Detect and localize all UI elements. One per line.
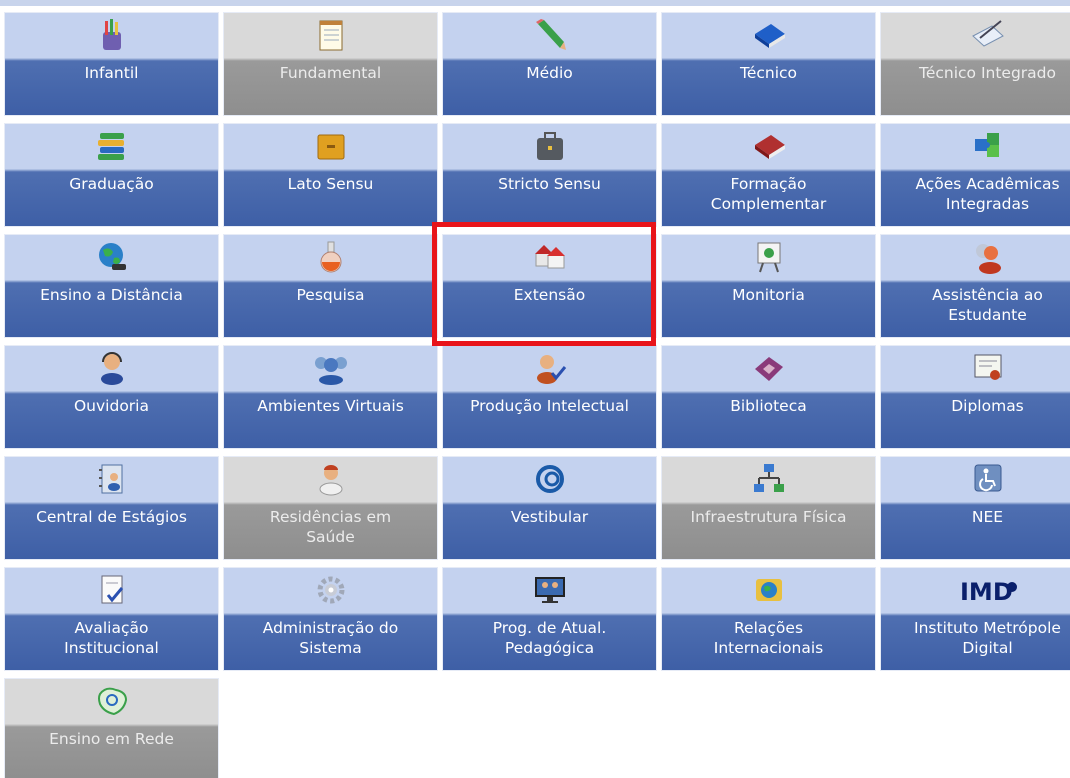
book-stack-icon [5,126,218,166]
globe-icon [5,237,218,277]
module-tile-label: Instituto Metrópole Digital [914,619,1061,657]
globe-card-icon [662,570,875,610]
module-tile-label: Infraestrutura Física [690,508,847,526]
module-tile-label: Central de Estágios [36,508,187,526]
module-tile[interactable]: Vestibular [442,456,657,560]
module-tile-label: Stricto Sensu [498,175,601,193]
imd-logo-icon: IMD [881,570,1070,610]
module-tile-label: Vestibular [510,508,589,526]
module-tile[interactable]: Monitoria [661,234,876,338]
module-tile[interactable]: Médio [442,12,657,116]
module-tile[interactable]: Avaliação Institucional [4,567,219,671]
writing-paper-icon [881,15,1070,55]
module-tile-label: Biblioteca [730,397,807,415]
accessibility-icon [881,459,1070,499]
module-tile[interactable]: Lato Sensu [223,123,438,227]
module-tile[interactable]: Ambientes Virtuais [223,345,438,449]
module-tile[interactable]: Ouvidoria [4,345,219,449]
module-tile[interactable]: Relações Internacionais [661,567,876,671]
module-tile-label: NEE [971,508,1004,526]
module-tile-label: Monitoria [732,286,805,304]
flask-icon [224,237,437,277]
open-book-icon [662,348,875,388]
module-tile-label: Pesquisa [296,286,365,304]
module-tile[interactable]: Ensino a Distância [4,234,219,338]
module-tile[interactable]: Formação Complementar [661,123,876,227]
module-tile-label: Graduação [69,175,154,193]
network-icon [662,459,875,499]
module-grid: Infantil Fundamental Médio Técnico Técnico I… [4,12,1070,778]
module-tile-label: Técnico Integrado [919,64,1056,82]
module-tile[interactable]: IMD Instituto Metrópole Digital [880,567,1070,671]
module-tile[interactable]: Infraestrutura Física [661,456,876,560]
module-tile[interactable]: Residências em Saúde [223,456,438,560]
module-tile[interactable]: NEE [880,456,1070,560]
module-tile-label: Produção Intelectual [470,397,629,415]
module-tile[interactable]: Administração do Sistema [223,567,438,671]
presentation-board-icon [662,237,875,277]
module-tile-label: Ensino a Distância [40,286,183,304]
module-tile[interactable]: Infantil [4,12,219,116]
notepad-icon [224,15,437,55]
module-tile-label: Ações Acadêmicas Integradas [915,175,1060,213]
module-tile[interactable]: Diplomas [880,345,1070,449]
module-tile-label: Administração do Sistema [262,619,399,657]
doctor-icon [224,459,437,499]
user-check-icon [443,348,656,388]
module-tile-label: Relações Internacionais [713,619,824,657]
module-tile[interactable]: Produção Intelectual [442,345,657,449]
module-tile[interactable]: Ensino em Rede [4,678,219,778]
red-book-icon [662,126,875,166]
module-tile[interactable]: Prog. de Atual. Pedagógica [442,567,657,671]
module-tile[interactable]: Técnico [661,12,876,116]
module-tile-label: Diplomas [951,397,1024,415]
svg-text:IMD: IMD [960,578,1013,606]
module-tile-label: Ouvidoria [73,397,149,415]
swirl-icon [443,459,656,499]
module-tile-label: Fundamental [279,64,382,82]
module-tile[interactable]: Biblioteca [661,345,876,449]
module-tile-label: Lato Sensu [287,175,374,193]
puzzle-icon [881,126,1070,166]
module-tile[interactable]: Stricto Sensu [442,123,657,227]
document-check-icon [5,570,218,610]
green-pencil-icon [443,15,656,55]
module-tile[interactable]: Técnico Integrado [880,12,1070,116]
users-icon [881,237,1070,277]
module-tile[interactable]: Fundamental [223,12,438,116]
module-tile-label: Ensino em Rede [49,730,174,748]
module-tile[interactable]: Graduação [4,123,219,227]
module-tile-label: Prog. de Atual. Pedagógica [492,619,607,657]
module-tile-label: Extensão [513,286,586,304]
address-book-icon [5,459,218,499]
module-tile-label: Avaliação Institucional [64,619,159,657]
module-tile[interactable]: Central de Estágios [4,456,219,560]
module-tile-label: Infantil [84,64,139,82]
module-tile[interactable]: Assistência ao Estudante [880,234,1070,338]
module-tile-label: Formação Complementar [710,175,827,213]
module-tile-label: Assistência ao Estudante [932,286,1043,324]
certificate-icon [881,348,1070,388]
headset-user-icon [5,348,218,388]
gears-icon [224,570,437,610]
module-tile[interactable]: Ações Acadêmicas Integradas [880,123,1070,227]
monitor-people-icon [443,570,656,610]
houses-icon [443,237,656,277]
module-tile[interactable]: Extensão [442,234,657,338]
module-tile-label: Médio [526,64,573,82]
top-border [0,0,1070,6]
blue-book-icon [662,15,875,55]
user-group-icon [224,348,437,388]
module-tile-label: Residências em Saúde [269,508,392,546]
module-tile-label: Técnico [739,64,798,82]
briefcase-icon [443,126,656,166]
pencil-cup-icon [5,15,218,55]
brazil-map-icon [5,681,218,721]
module-tile-label: Ambientes Virtuais [257,397,404,415]
module-tile[interactable]: Pesquisa [223,234,438,338]
yellow-folder-icon [224,126,437,166]
